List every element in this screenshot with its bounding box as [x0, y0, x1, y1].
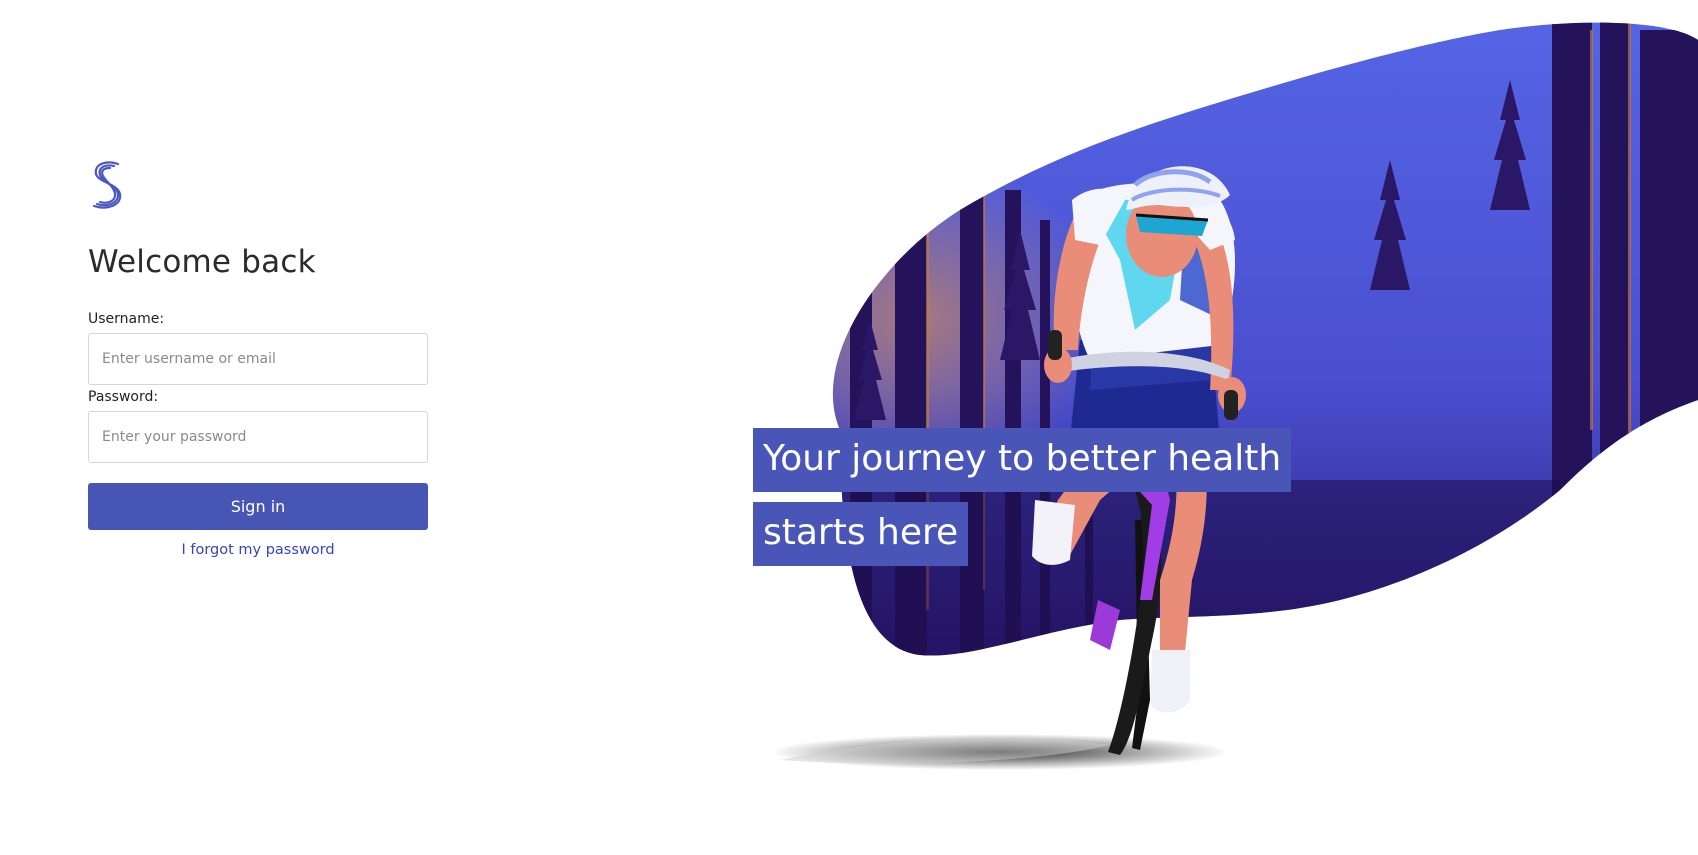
login-panel: Welcome back Username: Password: Sign in…: [88, 160, 428, 558]
tagline-line-2: starts here: [753, 502, 969, 566]
password-input[interactable]: [88, 411, 428, 464]
page-title: Welcome back: [88, 244, 316, 280]
tagline-line-1: Your journey to better health: [753, 428, 1292, 492]
s-wave-logo-icon: [92, 161, 122, 209]
forgot-password-link[interactable]: I forgot my password: [88, 542, 428, 558]
login-page: Welcome back Username: Password: Sign in…: [0, 0, 1698, 855]
username-input[interactable]: [88, 333, 428, 386]
sign-in-button[interactable]: Sign in: [88, 483, 428, 531]
username-label: Username:: [88, 311, 165, 328]
hero-tagline: Your journey to better health starts her…: [753, 428, 1292, 566]
password-label: Password:: [88, 389, 159, 406]
